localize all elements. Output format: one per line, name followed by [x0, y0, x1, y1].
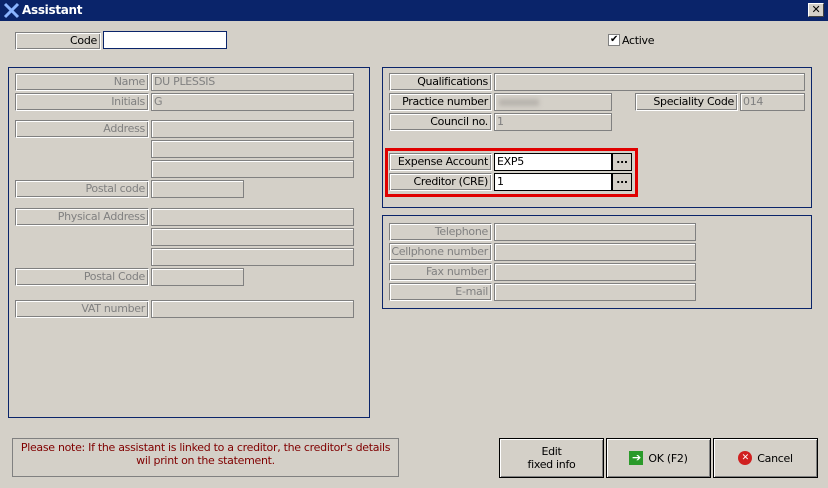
edit-fixed-info-button[interactable]: Edit fixed info [499, 438, 604, 478]
code-label: Code [15, 32, 101, 50]
practice-number-field[interactable] [494, 93, 612, 111]
title-bar: Assistant ✕ [0, 0, 828, 21]
name-label: Name [15, 73, 149, 91]
expense-account-input[interactable]: EXP5 [494, 153, 612, 171]
telephone-label: Telephone [389, 223, 492, 241]
code-input[interactable] [103, 31, 227, 49]
creditor-note: Please note: If the assistant is linked … [12, 438, 399, 477]
qualifications-field[interactable] [494, 73, 805, 91]
redacted-value [499, 99, 539, 106]
physical-postal-code-label: Postal Code [15, 268, 149, 286]
expense-account-lookup-button[interactable]: ... [612, 153, 632, 171]
creditor-lookup-button[interactable]: ... [612, 173, 632, 191]
vat-label: VAT number [15, 300, 149, 318]
physical-address-line-3[interactable] [151, 248, 354, 266]
ok-label: OK (F2) [648, 451, 688, 465]
cellphone-field[interactable] [494, 243, 696, 261]
window-title: Assistant [22, 3, 83, 17]
address-label: Address [15, 120, 149, 138]
practice-number-label: Practice number [389, 93, 492, 111]
initials-field[interactable]: G [151, 93, 354, 111]
vat-field[interactable] [151, 300, 354, 318]
address-line-1[interactable] [151, 120, 354, 138]
fax-field[interactable] [494, 263, 696, 281]
council-no-field[interactable]: 1 [494, 113, 612, 131]
cellphone-label: Cellphone number [389, 243, 492, 261]
address-line-3[interactable] [151, 160, 354, 178]
physical-address-line-1[interactable] [151, 208, 354, 226]
physical-postal-code-field[interactable] [151, 268, 244, 286]
speciality-code-label: Speciality Code [635, 93, 738, 111]
expense-account-label: Expense Account [389, 153, 492, 171]
council-no-label: Council no. [389, 113, 492, 131]
telephone-field[interactable] [494, 223, 696, 241]
fax-label: Fax number [389, 263, 492, 281]
email-field[interactable] [494, 283, 696, 301]
active-label: Active [622, 34, 655, 47]
address-line-2[interactable] [151, 140, 354, 158]
arrow-right-icon: ➔ [629, 451, 644, 465]
close-button[interactable]: ✕ [808, 3, 824, 17]
creditor-label: Creditor (CRE) [389, 173, 492, 191]
app-icon [3, 2, 20, 19]
initials-label: Initials [15, 93, 149, 111]
qualifications-label: Qualifications [389, 73, 492, 91]
cancel-icon: ✕ [738, 451, 753, 465]
email-label: E-mail [389, 283, 492, 301]
name-field[interactable]: DU PLESSIS [151, 73, 354, 91]
physical-address-line-2[interactable] [151, 228, 354, 246]
postal-code-label: Postal code [15, 180, 149, 198]
speciality-code-field[interactable]: 014 [740, 93, 805, 111]
active-checkbox[interactable]: ✔ [608, 34, 620, 46]
cancel-button[interactable]: ✕ Cancel [713, 438, 818, 478]
postal-code-field[interactable] [151, 180, 244, 198]
ok-button[interactable]: ➔ OK (F2) [606, 438, 711, 478]
cancel-label: Cancel [757, 451, 793, 465]
physical-address-label: Physical Address [15, 208, 149, 226]
creditor-input[interactable]: 1 [494, 173, 612, 191]
